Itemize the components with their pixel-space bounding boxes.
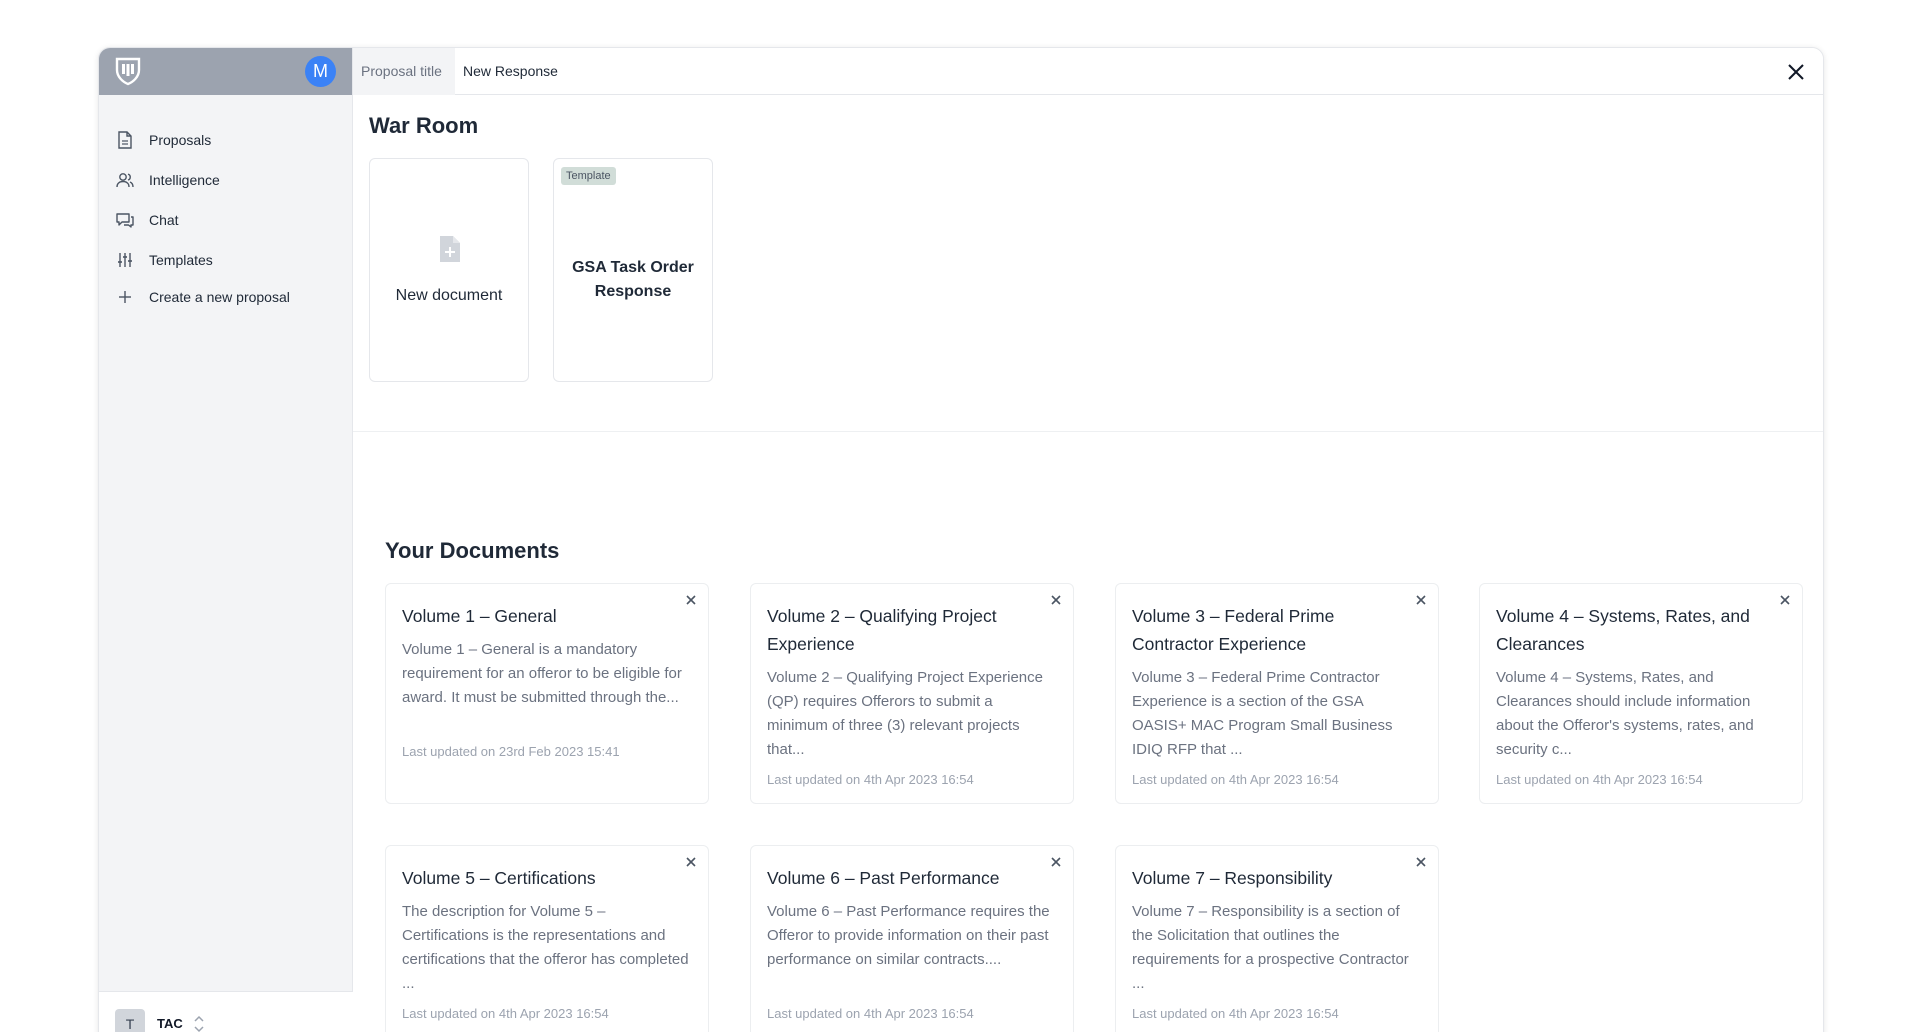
template-tile[interactable]: Template GSA Task Order Response <box>553 158 713 382</box>
sidebar: M Proposals Intelligence Chat Templates … <box>99 48 353 1032</box>
document-card[interactable]: Volume 7 – Responsibility Volume 7 – Res… <box>1115 845 1439 1032</box>
tab-new-response[interactable]: New Response <box>455 48 566 95</box>
sidebar-header: M <box>99 48 352 95</box>
your-documents-title: Your Documents <box>385 538 560 563</box>
document-description: Volume 2 – Qualifying Project Experience… <box>767 669 1043 758</box>
new-file-icon <box>440 236 460 262</box>
document-description: Volume 7 – Responsibility is a section o… <box>1132 903 1409 992</box>
sidebar-item-label: Proposals <box>149 132 212 148</box>
user-avatar[interactable]: M <box>305 56 336 87</box>
tab-bar: Proposal title New Response <box>353 48 1823 95</box>
document-updated: Last updated on 4th Apr 2023 16:54 <box>1132 1006 1339 1021</box>
document-title: Volume 1 – General <box>402 606 557 626</box>
sidebar-item-label: Chat <box>149 212 179 228</box>
template-badge: Template <box>561 167 616 185</box>
document-updated: Last updated on 4th Apr 2023 16:54 <box>1132 772 1339 787</box>
shield-logo-icon[interactable] <box>113 56 143 86</box>
sidebar-item-templates[interactable]: Templates <box>99 240 352 280</box>
new-document-label: New document <box>395 287 503 304</box>
sidebar-item-proposals[interactable]: Proposals <box>99 120 352 160</box>
delete-icon[interactable] <box>1414 855 1428 869</box>
sidebar-item-label: Intelligence <box>149 172 220 188</box>
workspace-avatar: T <box>115 1009 145 1032</box>
delete-icon[interactable] <box>684 855 698 869</box>
document-card[interactable]: Volume 1 – General Volume 1 – General is… <box>385 583 709 804</box>
document-title: Volume 3 – Federal Prime Contractor Expe… <box>1132 606 1335 654</box>
document-card[interactable]: Volume 5 – Certifications The descriptio… <box>385 845 709 1032</box>
war-room-title: War Room <box>369 113 479 138</box>
document-description: The description for Volume 5 – Certifica… <box>402 903 689 992</box>
document-description: Volume 3 – Federal Prime Contractor Expe… <box>1132 669 1393 758</box>
new-document-tile[interactable]: New document <box>369 158 529 382</box>
sliders-icon <box>115 250 135 270</box>
close-icon[interactable] <box>1785 61 1807 83</box>
template-name: GSA Task Order Response <box>572 259 694 300</box>
document-description: Volume 4 – Systems, Rates, and Clearance… <box>1496 669 1754 758</box>
document-title: Volume 4 – Systems, Rates, and Clearance… <box>1496 606 1750 654</box>
document-updated: Last updated on 23rd Feb 2023 15:41 <box>402 744 620 759</box>
tab-proposal-title[interactable]: Proposal title <box>353 48 455 95</box>
document-description: Volume 6 – Past Performance requires the… <box>767 903 1050 968</box>
chevron-up-down-icon[interactable] <box>193 1014 205 1032</box>
chat-icon <box>115 210 135 230</box>
document-updated: Last updated on 4th Apr 2023 16:54 <box>1496 772 1703 787</box>
document-title: Volume 5 – Certifications <box>402 868 596 888</box>
sidebar-nav: Proposals Intelligence Chat Templates Cr… <box>99 120 352 314</box>
delete-icon[interactable] <box>1778 593 1792 607</box>
document-description: Volume 1 – General is a mandatory requir… <box>402 641 682 706</box>
users-icon <box>115 170 135 190</box>
document-card[interactable]: Volume 2 – Qualifying Project Experience… <box>750 583 1074 804</box>
delete-icon[interactable] <box>1414 593 1428 607</box>
sidebar-item-label: Templates <box>149 252 213 268</box>
create-proposal-button[interactable]: Create a new proposal <box>99 280 352 314</box>
document-card[interactable]: Volume 4 – Systems, Rates, and Clearance… <box>1479 583 1803 804</box>
workspace-switcher[interactable]: T TAC <box>99 991 353 1032</box>
plus-icon <box>115 287 135 307</box>
war-room-section: War Room New document Template GSA Task … <box>353 95 1823 432</box>
document-updated: Last updated on 4th Apr 2023 16:54 <box>402 1006 609 1021</box>
document-title: Volume 2 – Qualifying Project Experience <box>767 606 997 654</box>
document-card[interactable]: Volume 6 – Past Performance Volume 6 – P… <box>750 845 1074 1032</box>
sidebar-item-label: Create a new proposal <box>149 289 290 305</box>
document-icon <box>115 130 135 150</box>
sidebar-item-chat[interactable]: Chat <box>99 200 352 240</box>
delete-icon[interactable] <box>1049 855 1063 869</box>
document-title: Volume 7 – Responsibility <box>1132 868 1333 888</box>
delete-icon[interactable] <box>1049 593 1063 607</box>
document-updated: Last updated on 4th Apr 2023 16:54 <box>767 1006 974 1021</box>
sidebar-item-intelligence[interactable]: Intelligence <box>99 160 352 200</box>
main-content: War Room New document Template GSA Task … <box>353 95 1823 1032</box>
document-title: Volume 6 – Past Performance <box>767 868 1000 888</box>
document-card[interactable]: Volume 3 – Federal Prime Contractor Expe… <box>1115 583 1439 804</box>
document-updated: Last updated on 4th Apr 2023 16:54 <box>767 772 974 787</box>
app-window: M Proposals Intelligence Chat Templates … <box>98 47 1824 1032</box>
workspace-name: TAC <box>157 1016 183 1031</box>
delete-icon[interactable] <box>684 593 698 607</box>
